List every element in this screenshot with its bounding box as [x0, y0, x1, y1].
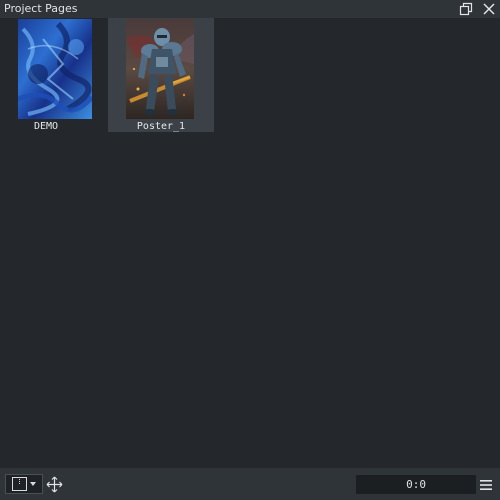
page-thumbnail: [126, 19, 194, 119]
page-label: Poster_1: [136, 121, 186, 132]
bottom-toolbar: 0:0: [0, 468, 500, 500]
zoom-readout: 0:0: [356, 475, 476, 494]
hamburger-menu-icon[interactable]: [479, 477, 493, 491]
restore-window-icon[interactable]: [458, 1, 474, 17]
page-item-poster-1[interactable]: Poster_1: [108, 18, 214, 132]
close-icon[interactable]: [481, 1, 497, 17]
page-thumbnail: [18, 19, 92, 119]
move-arrows-icon[interactable]: [46, 476, 63, 493]
page-label: DEMO: [33, 121, 59, 132]
page-view-dropdown[interactable]: [5, 474, 43, 494]
page-item-demo[interactable]: DEMO: [0, 18, 92, 132]
pages-grid: DEMO Poster_1: [0, 18, 500, 468]
panel-titlebar: Project Pages: [0, 0, 500, 18]
project-pages-panel: Project Pages DEMO Poster_1 0:0: [0, 0, 500, 500]
panel-title: Project Pages: [4, 2, 78, 15]
